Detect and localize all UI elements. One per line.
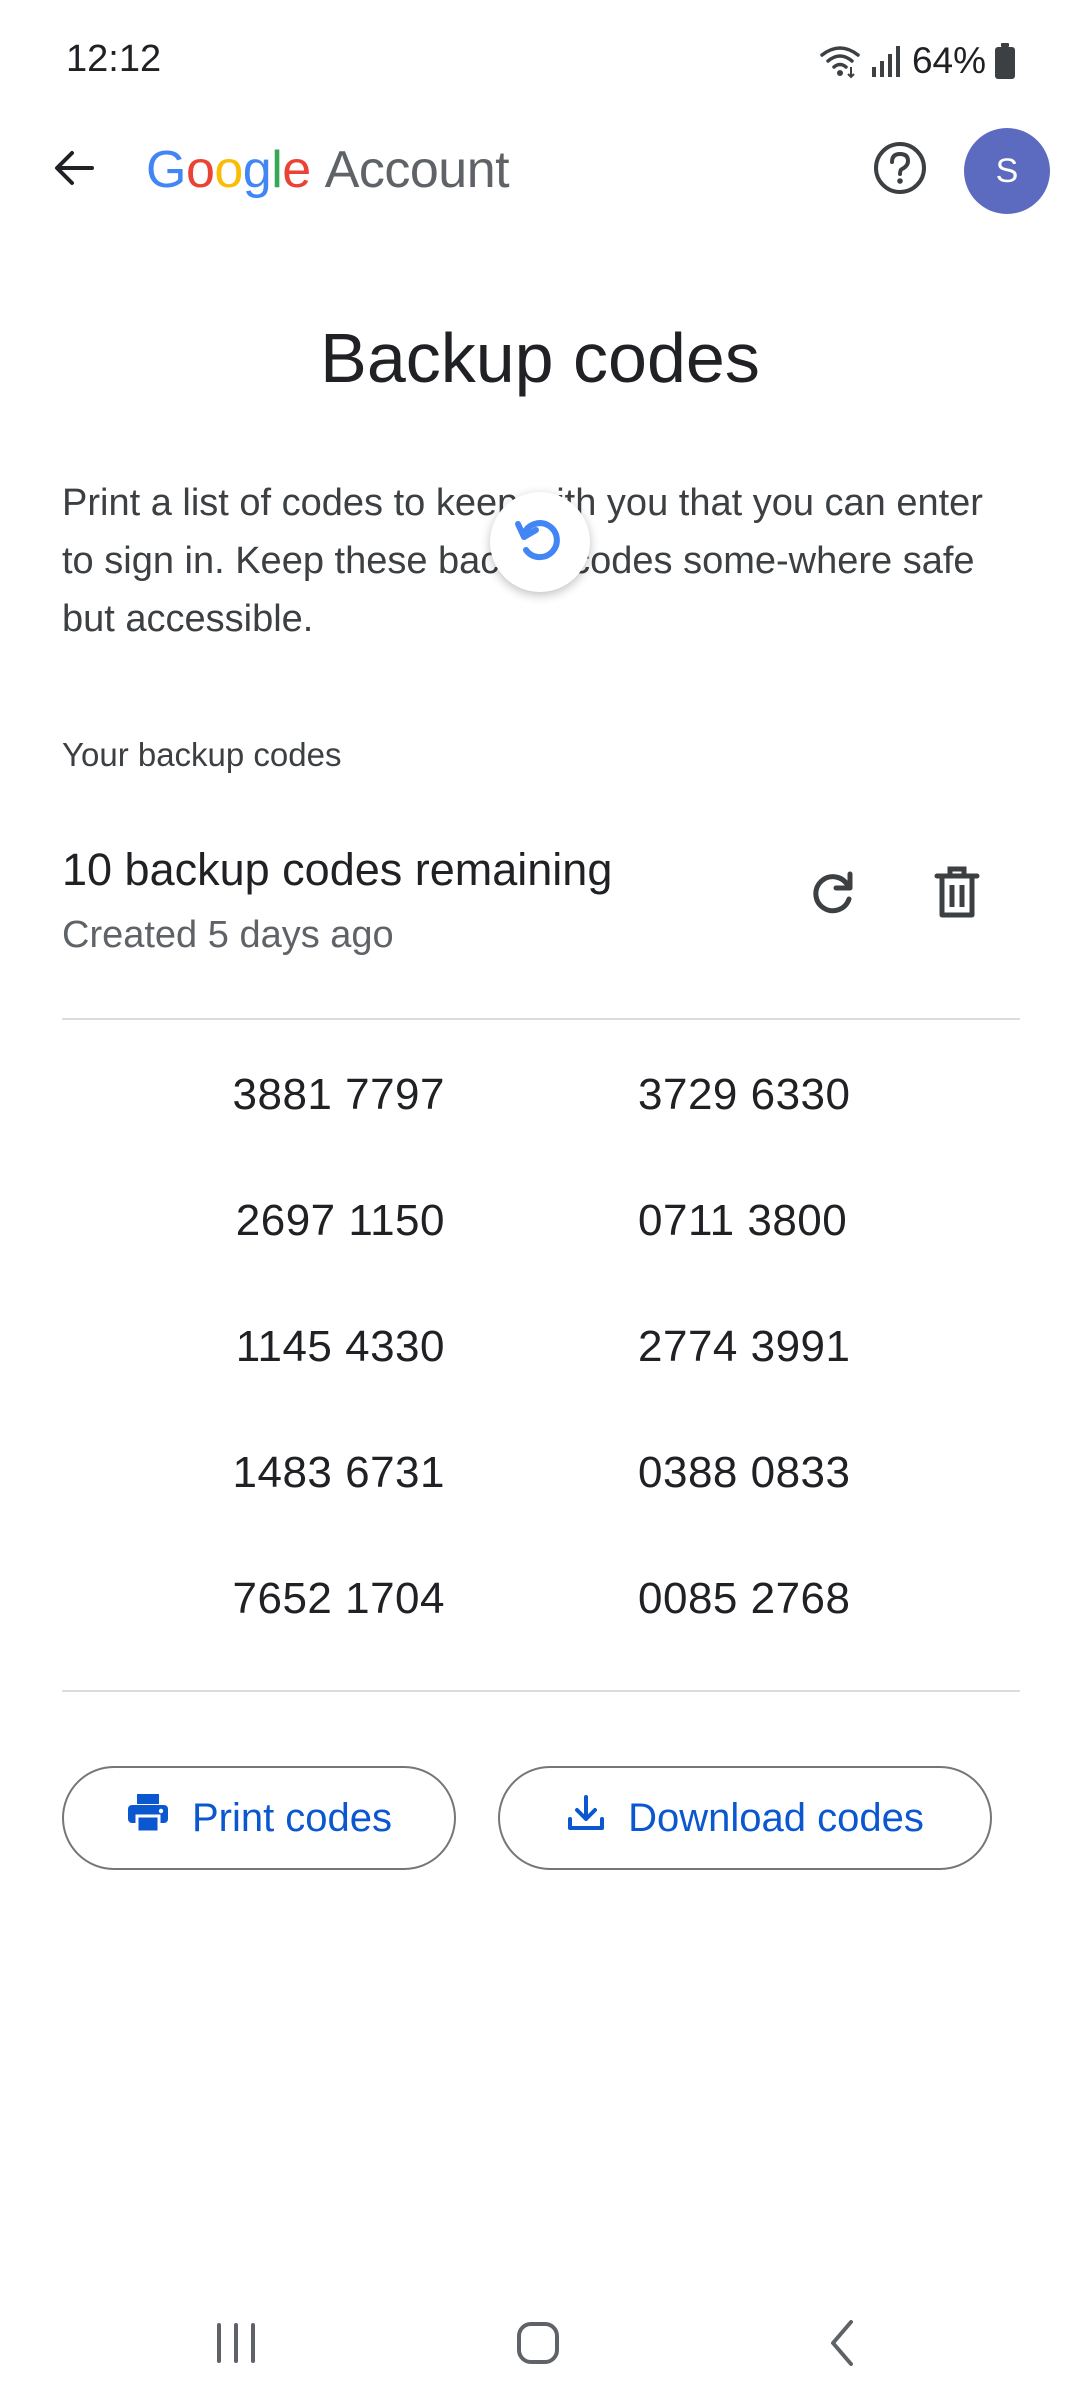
- status-time: 12:12: [66, 38, 162, 80]
- refresh-spinner-icon: [510, 510, 570, 575]
- regenerate-codes-button[interactable]: [790, 852, 876, 938]
- page: 12:12 64% G o o g l e Account S Backup c…: [0, 0, 1080, 2400]
- logo-letter: g: [242, 141, 272, 199]
- logo-letter: o: [185, 141, 215, 199]
- home-button[interactable]: [488, 2310, 588, 2380]
- chevron-left-icon: [825, 2318, 859, 2373]
- code-row: 1483 6731 0388 0833: [0, 1448, 1080, 1574]
- codes-remaining: 10 backup codes remaining: [62, 844, 613, 895]
- logo-letter: G: [146, 141, 186, 199]
- backup-code: 3729 6330: [638, 1070, 851, 1119]
- backup-code: 0711 3800: [638, 1196, 848, 1245]
- backup-code: 0388 0833: [638, 1448, 851, 1497]
- loading-spinner: [490, 492, 590, 592]
- backup-code: 2774 3991: [638, 1322, 851, 1371]
- back-arrow-icon: [50, 144, 98, 197]
- system-nav-bar: [0, 2290, 1080, 2400]
- printer-icon: [126, 1792, 170, 1844]
- system-back-button[interactable]: [792, 2310, 892, 2380]
- signal-icon: [870, 43, 904, 79]
- download-codes-button[interactable]: Download codes: [498, 1766, 992, 1870]
- help-button[interactable]: [860, 130, 940, 210]
- refresh-icon: [806, 866, 860, 925]
- page-title: Backup codes: [320, 319, 760, 397]
- avatar[interactable]: S: [964, 128, 1050, 214]
- download-icon: [566, 1793, 606, 1843]
- recents-icon: [213, 2322, 259, 2369]
- backup-code: 2697 1150: [235, 1196, 445, 1245]
- battery-percentage: 64%: [911, 40, 986, 81]
- wifi-icon: [818, 43, 862, 79]
- backup-code: 1483 6731: [232, 1448, 445, 1497]
- recent-apps-button[interactable]: [186, 2310, 286, 2380]
- section-label: Your backup codes: [62, 736, 342, 773]
- status-icons: 64%: [818, 38, 1016, 84]
- backup-code: 0085 2768: [638, 1574, 851, 1623]
- code-row: 2697 1150 0711 3800: [0, 1196, 1080, 1322]
- trash-icon: [932, 865, 982, 926]
- code-row: 7652 1704 0085 2768: [0, 1574, 1080, 1700]
- print-codes-button[interactable]: Print codes: [62, 1766, 456, 1870]
- back-button[interactable]: [34, 130, 114, 210]
- help-icon: [872, 140, 928, 201]
- backup-code: 3881 7797: [232, 1070, 445, 1119]
- code-row: 3881 7797 3729 6330: [0, 1070, 1080, 1196]
- code-row: 1145 4330 2774 3991: [0, 1322, 1080, 1448]
- logo-letter: e: [282, 141, 311, 199]
- backup-code: 1145 4330: [235, 1322, 445, 1371]
- backup-code: 7652 1704: [232, 1574, 445, 1623]
- backup-codes-list: 3881 7797 3729 6330 2697 1150 0711 3800 …: [0, 1070, 1080, 1700]
- logo-letter: l: [271, 141, 283, 199]
- home-icon: [515, 2320, 561, 2371]
- app-bar: Google Account S: [0, 120, 1080, 220]
- download-codes-label: Download codes: [628, 1795, 924, 1840]
- print-codes-label: Print codes: [191, 1795, 393, 1840]
- codes-created-date: Created 5 days ago: [62, 914, 394, 956]
- divider: [62, 1690, 1020, 1692]
- battery-icon: [994, 42, 1016, 80]
- google-account-logo: Google Account: [146, 138, 510, 202]
- status-bar: 12:12 64%: [0, 0, 1080, 120]
- delete-codes-button[interactable]: [914, 852, 1000, 938]
- divider: [62, 1018, 1020, 1020]
- logo-letter: o: [214, 141, 243, 199]
- logo-account-word: Account: [324, 141, 510, 199]
